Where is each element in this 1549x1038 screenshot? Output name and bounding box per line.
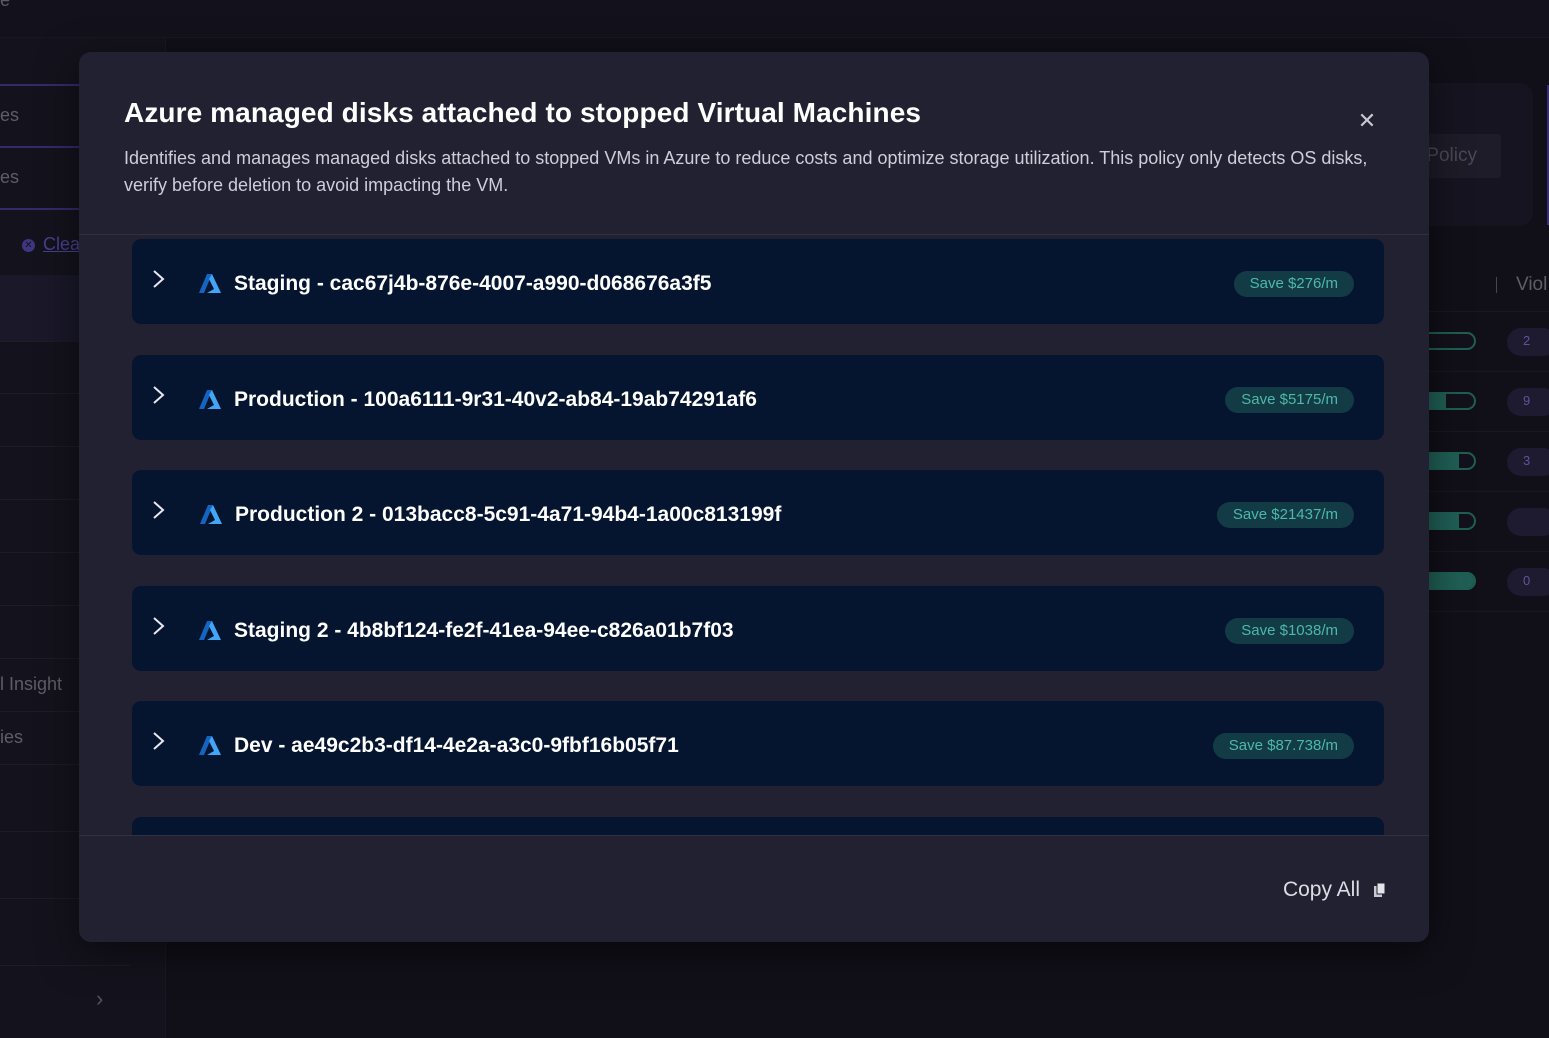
- resource-name: Staging - cac67j4b-876e-4007-a990-d06867…: [234, 272, 712, 295]
- resource-list: Staging - cac67j4b-876e-4007-a990-d06867…: [132, 239, 1384, 835]
- resource-item[interactable]: Staging 2 - 4b8bf124-fe2f-41ea-94ee-c826…: [132, 586, 1384, 671]
- savings-badge: Save $276/m: [1233, 271, 1354, 297]
- divider: [79, 835, 1429, 836]
- chevron-right-icon[interactable]: [152, 732, 166, 750]
- copy-all-label: Copy All: [1282, 878, 1360, 901]
- azure-icon: [200, 505, 222, 524]
- chevron-right-icon[interactable]: [152, 501, 166, 519]
- savings-badge: Save $21437/m: [1216, 502, 1354, 528]
- chevron-right-icon[interactable]: [152, 270, 166, 288]
- azure-icon: [199, 274, 221, 293]
- resource-item-partial[interactable]: [132, 817, 1384, 835]
- resource-name: Production - 100a6111-9r31-40v2-ab84-19a…: [234, 388, 757, 411]
- chevron-right-icon[interactable]: [152, 617, 166, 635]
- copy-all-button[interactable]: Copy All: [1283, 878, 1386, 902]
- savings-badge: Save $5175/m: [1225, 387, 1354, 413]
- savings-badge: Save $87.738/m: [1212, 733, 1354, 759]
- resource-name: Production 2 - 013bacc8-5c91-4a71-94b4-1…: [235, 503, 782, 526]
- resource-item[interactable]: Staging - cac67j4b-876e-4007-a990-d06867…: [132, 239, 1384, 324]
- azure-icon: [199, 621, 221, 640]
- policy-details-modal: Azure managed disks attached to stopped …: [79, 52, 1429, 942]
- modal-title: Azure managed disks attached to stopped …: [124, 97, 922, 128]
- savings-badge: Save $1038/m: [1225, 618, 1354, 644]
- resource-name: Staging 2 - 4b8bf124-fe2f-41ea-94ee-c826…: [234, 619, 734, 642]
- modal-description: Identifies and manages managed disks att…: [124, 148, 1368, 195]
- close-icon[interactable]: ✕: [1356, 110, 1378, 132]
- divider: [79, 234, 1429, 235]
- resource-item[interactable]: Production - 100a6111-9r31-40v2-ab84-19a…: [132, 355, 1384, 440]
- resource-name: Dev - ae49c2b3-df14-4e2a-a3c0-9fbf16b05f…: [234, 734, 679, 757]
- resource-item[interactable]: Production 2 - 013bacc8-5c91-4a71-94b4-1…: [132, 470, 1384, 555]
- chevron-right-icon[interactable]: [152, 386, 166, 404]
- azure-icon: [199, 390, 221, 409]
- azure-icon: [199, 736, 221, 755]
- resource-item[interactable]: Dev - ae49c2b3-df14-4e2a-a3c0-9fbf16b05f…: [132, 701, 1384, 786]
- copy-icon: [1374, 882, 1386, 897]
